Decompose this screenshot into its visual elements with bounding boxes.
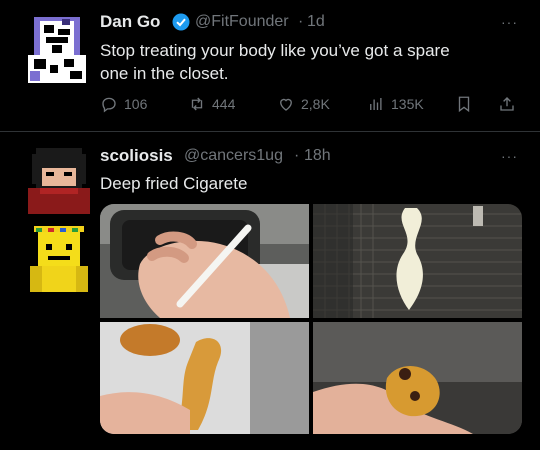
media-photo-1[interactable] xyxy=(100,204,309,318)
reply-avatar[interactable] xyxy=(26,222,92,292)
repost-count: 444 xyxy=(212,96,236,112)
repost-icon xyxy=(191,97,203,111)
reply-count: 106 xyxy=(124,96,148,112)
tweet-2-text: Deep fried Cigarete xyxy=(100,174,248,193)
avatar-dan-go[interactable] xyxy=(26,15,88,85)
tweet-1-time[interactable]: 1d xyxy=(307,13,325,31)
like-button[interactable]: 2,8K xyxy=(277,95,330,113)
tweet-2-handle[interactable]: @cancers1ug xyxy=(184,147,283,165)
tweet-2-more-button[interactable]: ··· xyxy=(501,148,518,164)
tweet-2-time[interactable]: 18h xyxy=(304,147,331,165)
tweet-2-separator: · xyxy=(294,147,300,164)
media-photo-3[interactable] xyxy=(100,322,309,434)
share-button[interactable] xyxy=(498,95,516,113)
tweet-1-handle[interactable]: @FitFounder xyxy=(195,13,289,31)
share-icon xyxy=(500,97,514,111)
tweet-2-author[interactable]: scoliosis xyxy=(100,146,173,166)
verified-badge-icon xyxy=(172,13,190,31)
tweet-divider xyxy=(0,131,540,132)
tweet-1-text-line-1: Stop treating your body like you’ve got … xyxy=(100,41,450,60)
tweet-1-separator: · xyxy=(298,13,304,30)
repost-button[interactable]: 444 xyxy=(188,95,235,113)
bookmark-icon xyxy=(458,96,470,113)
tweet-1-text-line-2: one in the closet. xyxy=(100,64,229,83)
media-photo-2[interactable] xyxy=(313,204,522,318)
like-count: 2,8K xyxy=(301,96,330,112)
heart-icon xyxy=(280,98,292,111)
views-icon xyxy=(370,98,382,110)
views-count: 135K xyxy=(391,96,424,112)
tweet-1-more-button[interactable]: ··· xyxy=(501,14,518,30)
bookmark-button[interactable] xyxy=(455,95,473,113)
tweet-1-text: Stop treating your body like you’ve got … xyxy=(100,39,520,85)
avatar-scoliosis[interactable] xyxy=(26,144,92,214)
reply-icon xyxy=(102,97,116,113)
reply-button[interactable]: 106 xyxy=(100,95,147,113)
views-button[interactable]: 135K xyxy=(367,95,424,113)
tweet-1-author[interactable]: Dan Go xyxy=(100,12,160,32)
media-photo-4[interactable] xyxy=(313,322,522,434)
media-grid[interactable] xyxy=(100,204,522,434)
